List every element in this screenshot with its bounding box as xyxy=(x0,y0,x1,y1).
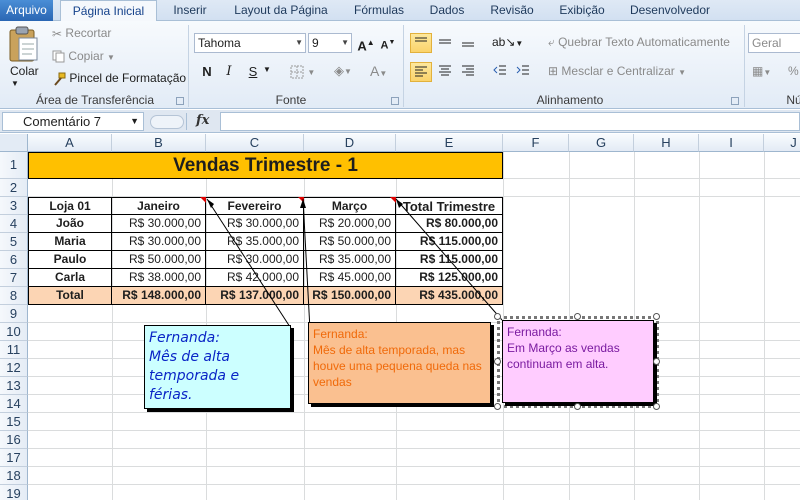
resize-handle[interactable] xyxy=(494,358,501,365)
comment-box-janeiro[interactable]: Fernanda: Mês de alta temporada e férias… xyxy=(144,325,291,409)
arrowhead-icon xyxy=(396,199,403,208)
arrowhead-icon xyxy=(207,199,214,208)
arrowhead-icon xyxy=(300,199,306,208)
resize-handle[interactable] xyxy=(653,313,660,320)
comment-arrow-1 xyxy=(206,198,293,331)
comment-box-fevereiro[interactable]: Fernanda: Mês de alta temporada, mas hou… xyxy=(308,322,491,404)
resize-handle[interactable] xyxy=(494,313,501,320)
resize-handle[interactable] xyxy=(494,403,501,410)
comment-author: Fernanda: xyxy=(507,325,562,339)
comment-box-marco[interactable]: Fernanda: Em Março as vendas continuam e… xyxy=(502,320,654,403)
resize-handle[interactable] xyxy=(653,358,660,365)
comment-author: Fernanda: xyxy=(313,327,368,341)
resize-handle[interactable] xyxy=(574,403,581,410)
comment-text: Mês de alta temporada e férias. xyxy=(149,349,240,403)
resize-handle[interactable] xyxy=(574,313,581,320)
resize-handle[interactable] xyxy=(653,403,660,410)
comment-author: Fernanda: xyxy=(149,330,220,346)
comment-text: Em Março as vendas continuam em alta. xyxy=(507,341,620,371)
comment-arrow-2 xyxy=(302,198,311,331)
comment-text: Mês de alta temporada, mas houve uma peq… xyxy=(313,343,482,389)
comment-arrow-3 xyxy=(395,198,503,321)
comment-arrows xyxy=(206,198,503,331)
